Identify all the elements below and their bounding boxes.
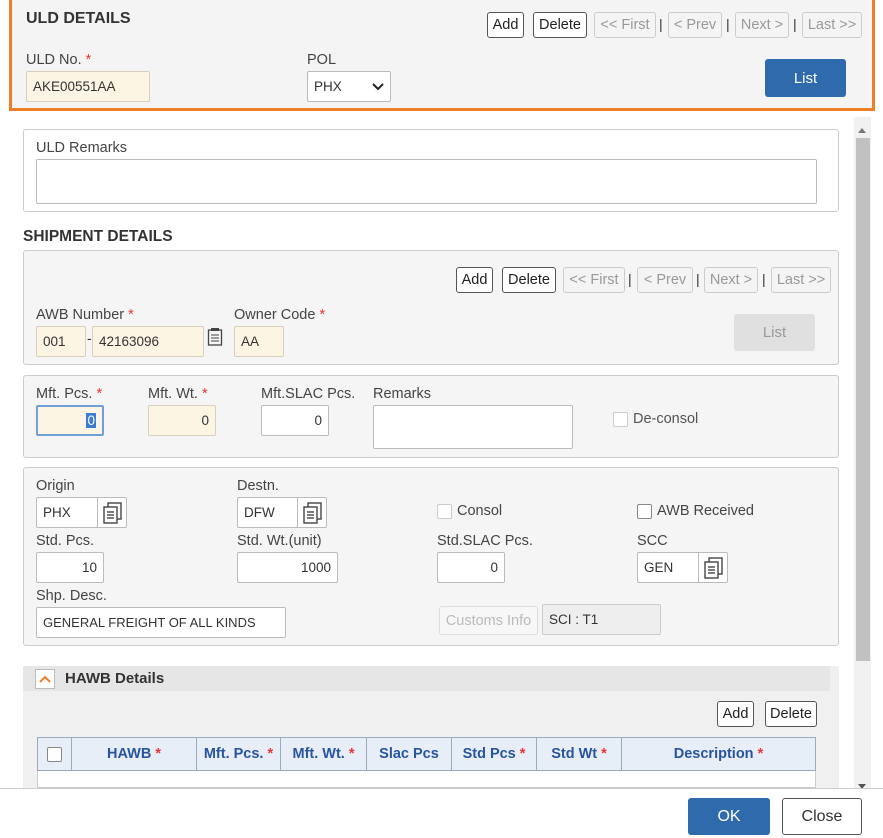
mft-wt-input[interactable]: 0 (148, 405, 216, 436)
shp-desc-input[interactable]: GENERAL FREIGHT OF ALL KINDS (36, 607, 286, 638)
description-col-header[interactable]: Description * (622, 738, 815, 770)
uld-no-input[interactable]: AKE00551AA (26, 71, 150, 102)
calendar-list-icon[interactable] (207, 327, 223, 350)
destn-label: Destn. (237, 478, 279, 494)
origin-lookup-icon[interactable] (97, 498, 127, 527)
shipment-delete-button[interactable]: Delete (502, 267, 556, 293)
hawb-col-header[interactable]: HAWB * (72, 738, 197, 770)
awb-prefix-input[interactable]: 001 (36, 326, 86, 357)
destn-lookup-icon[interactable] (297, 498, 327, 527)
shipment-list-button[interactable]: List (734, 314, 815, 351)
remarks-label: Remarks (373, 386, 432, 402)
nav-separator: | (793, 16, 797, 32)
shp-desc-label: Shp. Desc. (36, 588, 107, 604)
hawb-grid-header: HAWB * Mft. Pcs. * Mft. Wt. * Slac Pcs S… (37, 737, 816, 771)
std-pcs-col-header[interactable]: Std Pcs * (452, 738, 537, 770)
uld-details-dialog: ULD DETAILS ULD No. * AKE00551AA POL PHX… (0, 0, 883, 838)
sci-field: SCI : T1 (542, 604, 661, 635)
mft-slac-input[interactable]: 0 (261, 405, 329, 436)
shipment-add-button[interactable]: Add (456, 267, 493, 293)
close-button[interactable]: Close (782, 798, 862, 835)
mft-slac-label: Mft.SLAC Pcs. (261, 386, 356, 402)
deconsol-label: De-consol (633, 411, 699, 427)
scrollbar-thumb[interactable] (856, 138, 870, 661)
awb-dash: - (87, 330, 92, 346)
scc-label: SCC (637, 533, 668, 549)
mft-wt-label: Mft. Wt. * (148, 386, 208, 402)
remarks-textarea[interactable] (373, 405, 573, 449)
hawb-select-all-checkbox[interactable] (47, 746, 62, 762)
nav-separator: | (628, 271, 632, 287)
uld-first-button[interactable]: << First (594, 12, 656, 38)
mft-pcs-col-header[interactable]: Mft. Pcs. * (197, 738, 281, 770)
destn-value: DFW (244, 505, 275, 520)
std-wt-input[interactable]: 1000 (237, 552, 338, 583)
uld-last-button[interactable]: Last >> (802, 12, 862, 38)
std-slac-input[interactable]: 0 (437, 552, 505, 583)
uld-remarks-label: ULD Remarks (36, 140, 128, 156)
slac-pcs-col-header[interactable]: Slac Pcs (367, 738, 452, 770)
scc-lookup-icon[interactable] (698, 553, 728, 582)
mft-pcs-label: Mft. Pcs. * (36, 386, 103, 402)
customs-info-button[interactable]: Customs Info (439, 606, 538, 635)
awb-number-label: AWB Number * (36, 307, 134, 323)
std-slac-label: Std.SLAC Pcs. (437, 533, 533, 549)
shipment-details-title: SHIPMENT DETAILS (23, 228, 173, 245)
awb-received-label: AWB Received (657, 503, 754, 519)
uld-no-label: ULD No. * (26, 52, 92, 68)
consol-checkbox[interactable] (437, 504, 452, 519)
ok-button[interactable]: OK (688, 798, 770, 835)
scc-value: GEN (644, 560, 674, 575)
nav-separator: | (696, 271, 700, 287)
scroll-up-arrow-icon[interactable] (857, 121, 867, 137)
hawb-add-button[interactable]: Add (717, 701, 754, 727)
shipment-prev-button[interactable]: < Prev (637, 267, 693, 293)
owner-code-input[interactable]: AA (234, 326, 284, 357)
collapse-chevron-up-icon[interactable] (35, 669, 55, 689)
hawb-select-all-cell (38, 738, 72, 770)
pol-label: POL (307, 52, 337, 68)
pol-select[interactable]: PHX (307, 71, 391, 102)
uld-next-button[interactable]: Next > (735, 12, 789, 38)
uld-prev-button[interactable]: < Prev (668, 12, 722, 38)
origin-value: PHX (43, 505, 71, 520)
uld-add-button[interactable]: Add (487, 12, 524, 38)
uld-remarks-textarea[interactable] (36, 159, 817, 204)
std-pcs-label: Std. Pcs. (36, 533, 95, 549)
origin-label: Origin (36, 478, 75, 494)
std-pcs-input[interactable]: 10 (36, 552, 104, 583)
uld-delete-button[interactable]: Delete (533, 12, 587, 38)
uld-details-title: ULD DETAILS (26, 10, 131, 27)
pol-select-value: PHX (314, 79, 342, 94)
uld-list-button[interactable]: List (765, 59, 846, 97)
consol-label: Consol (457, 503, 503, 519)
mft-pcs-selected-text: 0 (86, 413, 96, 428)
shipment-next-button[interactable]: Next > (704, 267, 758, 293)
nav-separator: | (659, 16, 663, 32)
shipment-first-button[interactable]: << First (563, 267, 625, 293)
mft-pcs-input[interactable]: 0 (36, 405, 104, 436)
nav-separator: | (726, 16, 730, 32)
shipment-last-button[interactable]: Last >> (771, 267, 831, 293)
hawb-delete-button[interactable]: Delete (765, 701, 817, 727)
owner-code-label: Owner Code * (234, 307, 326, 323)
hawb-details-title: HAWB Details (65, 670, 165, 687)
awb-number-input[interactable]: 42163096 (92, 326, 204, 357)
deconsol-checkbox[interactable] (613, 412, 628, 427)
chevron-down-icon (372, 82, 384, 90)
mft-wt-col-header[interactable]: Mft. Wt. * (281, 738, 367, 770)
nav-separator: | (762, 271, 766, 287)
std-wt-label: Std. Wt.(unit) (237, 533, 322, 549)
std-wt-col-header[interactable]: Std Wt * (537, 738, 622, 770)
awb-received-checkbox[interactable] (637, 504, 652, 519)
